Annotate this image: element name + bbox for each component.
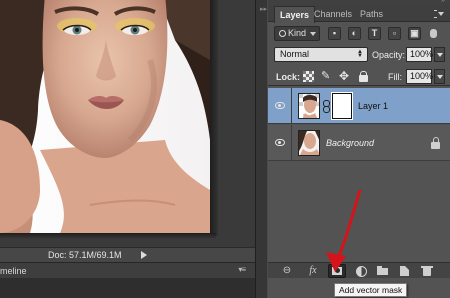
lock-icon[interactable] [431, 137, 440, 149]
shape-filter-icon[interactable]: ▫ [388, 27, 401, 40]
group-folder-icon[interactable] [374, 264, 392, 278]
link-layers-icon[interactable]: ⊖ [278, 264, 296, 278]
timeline-panel-tab[interactable]: meline ▾≡ [0, 262, 255, 278]
tab-paths[interactable]: Paths [355, 6, 388, 22]
add-vector-mask-icon[interactable] [328, 264, 346, 278]
adjustment-filter-icon[interactable]: ◐ [348, 27, 361, 40]
blend-mode-select[interactable]: Normal ▲ ▼ [274, 47, 368, 62]
collapse-chevron-icon[interactable]: » [441, 0, 445, 4]
tab-channels[interactable]: Channels [309, 6, 357, 22]
panel-menu-icon[interactable] [434, 10, 444, 18]
eye-icon [275, 139, 285, 146]
fill-field[interactable]: 100% [406, 69, 433, 84]
trash-icon[interactable] [418, 264, 436, 278]
document-size-info[interactable]: Doc: 57.1M/69.1M [48, 250, 122, 260]
background-thumbnail-image [299, 131, 319, 155]
adjustment-layer-icon[interactable] [352, 264, 370, 278]
fill-slider-toggle[interactable] [434, 69, 445, 84]
document-photo[interactable] [0, 0, 210, 233]
tooltip: Add vector mask [334, 283, 408, 297]
layer-thumbnail-image [299, 94, 319, 118]
visibility-toggle[interactable] [268, 88, 292, 124]
visibility-toggle[interactable] [268, 125, 292, 161]
document-status-bar: Doc: 57.1M/69.1M [0, 247, 255, 262]
timeline-label[interactable]: meline [0, 266, 27, 276]
lock-all-icon[interactable] [358, 71, 369, 82]
canvas-shadow-right [210, 0, 218, 236]
panel-dock-divider[interactable]: ▸▸ [255, 0, 268, 298]
workspace-background [0, 278, 255, 298]
layer-row-layer-1[interactable]: Layer 1 [268, 88, 450, 124]
eye-icon [275, 102, 285, 109]
status-menu-arrow-icon[interactable] [138, 249, 150, 261]
lock-label: Lock: [276, 72, 301, 82]
portrait-image [0, 0, 210, 233]
lock-image-pixels-icon[interactable]: ✎ [321, 71, 332, 82]
layer-name[interactable]: Layer 1 [358, 101, 388, 111]
lock-row: Lock: ✎ ✥ Fill: 100% [268, 66, 450, 86]
layers-panel: » Layers Channels Paths Kind ▪ ◐ T ▫ ▣ N… [268, 0, 450, 298]
search-icon [279, 30, 286, 37]
layer-list: Layer 1 Background [268, 87, 450, 262]
filter-kind-label: Kind [288, 28, 307, 38]
filter-toggle-switch[interactable] [430, 29, 437, 38]
panel-tab-row: Layers Channels Paths [268, 6, 450, 23]
layer-thumbnail[interactable] [298, 93, 320, 119]
timeline-menu-icon[interactable]: ▾≡ [238, 265, 246, 274]
fx-icon[interactable]: fx [304, 264, 322, 278]
layer-mask-thumbnail[interactable] [331, 92, 353, 120]
lock-transparency-icon[interactable] [303, 71, 314, 82]
type-filter-icon[interactable]: T [368, 27, 381, 40]
blend-mode-value: Normal [280, 49, 310, 59]
mask-link-chain-icon[interactable] [322, 100, 330, 113]
fill-label: Fill: [388, 72, 402, 82]
updown-arrows-icon: ▲ ▼ [357, 49, 363, 59]
layer-name[interactable]: Background [326, 138, 374, 148]
layer-filter-row: Kind ▪ ◐ T ▫ ▣ [268, 23, 450, 43]
document-canvas-area[interactable]: Doc: 57.1M/69.1M [0, 0, 255, 262]
layer-row-background[interactable]: Background [268, 125, 450, 161]
dock-grip-icon[interactable]: ▸▸ [260, 6, 267, 13]
layer-thumbnail[interactable] [298, 130, 320, 156]
layers-panel-footer: ⊖ fx [268, 262, 450, 278]
opacity-slider-toggle[interactable] [434, 47, 445, 62]
smart-object-filter-icon[interactable]: ▣ [408, 27, 421, 40]
chevron-down-icon [310, 32, 316, 36]
filter-kind-select[interactable]: Kind [274, 26, 320, 41]
opacity-field[interactable]: 100% [406, 47, 433, 62]
blend-mode-row: Normal ▲ ▼ Opacity: 100% [268, 44, 450, 64]
image-filter-icon[interactable]: ▪ [328, 27, 341, 40]
lock-position-icon[interactable]: ✥ [339, 70, 350, 82]
canvas-shadow-bottom [0, 233, 216, 239]
new-layer-icon[interactable] [396, 264, 414, 278]
opacity-label: Opacity: [372, 50, 406, 60]
